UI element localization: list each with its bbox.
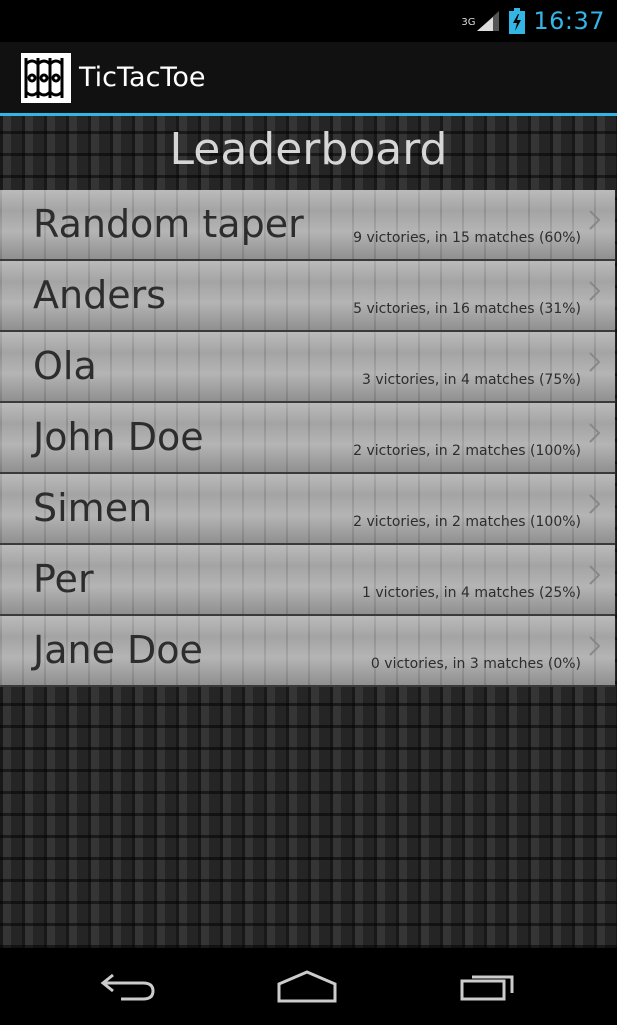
player-stats: 0 victories, in 3 matches (0%) (370, 656, 581, 672)
leaderboard-list: Random taper 9 victories, in 15 matches … (0, 190, 615, 687)
app-title: TicTacToe (79, 62, 206, 93)
battery-charging-icon (509, 8, 526, 34)
clock: 16:37 (533, 7, 605, 35)
player-stats: 1 victories, in 4 matches (25%) (362, 585, 581, 601)
leaderboard-row[interactable]: John Doe 2 victories, in 2 matches (100%… (0, 403, 615, 474)
player-name: John Doe (33, 415, 204, 459)
chevron-right-icon (589, 565, 601, 585)
leaderboard-row[interactable]: Random taper 9 victories, in 15 matches … (0, 190, 615, 261)
chevron-right-icon (589, 494, 601, 514)
recents-icon[interactable] (455, 966, 519, 1006)
navigation-bar (0, 948, 617, 1025)
chevron-right-icon (589, 352, 601, 372)
status-icons: 3G 16:37 (461, 0, 605, 42)
chevron-right-icon (589, 210, 601, 230)
leaderboard-row[interactable]: Ola 3 victories, in 4 matches (75%) (0, 332, 615, 403)
leaderboard-row[interactable]: Per 1 victories, in 4 matches (25%) (0, 545, 615, 616)
status-bar: 3G 16:37 (0, 0, 617, 42)
home-icon[interactable] (275, 966, 339, 1006)
player-stats: 2 victories, in 2 matches (100%) (353, 443, 581, 459)
player-stats: 9 victories, in 15 matches (60%) (353, 230, 581, 246)
leaderboard-screen: Leaderboard Random taper 9 victories, in… (0, 116, 617, 948)
player-name: Simen (33, 486, 153, 530)
player-name: Jane Doe (33, 628, 203, 672)
page-title: Leaderboard (169, 124, 448, 175)
signal-icon: 3G (461, 9, 501, 33)
back-icon[interactable] (96, 966, 160, 1006)
app-logo-icon[interactable] (21, 52, 71, 103)
chevron-right-icon (589, 636, 601, 656)
player-name: Ola (33, 344, 97, 388)
leaderboard-row[interactable]: Simen 2 victories, in 2 matches (100%) (0, 474, 615, 545)
leaderboard-row[interactable]: Anders 5 victories, in 16 matches (31%) (0, 261, 615, 332)
action-bar: TicTacToe (0, 42, 617, 116)
player-name: Random taper (33, 202, 304, 246)
network-type-label: 3G (461, 17, 476, 28)
player-name: Per (33, 557, 94, 601)
player-name: Anders (33, 273, 166, 317)
player-stats: 3 victories, in 4 matches (75%) (362, 372, 581, 388)
chevron-right-icon (589, 423, 601, 443)
player-stats: 2 victories, in 2 matches (100%) (353, 514, 581, 530)
chevron-right-icon (589, 281, 601, 301)
player-stats: 5 victories, in 16 matches (31%) (353, 301, 581, 317)
leaderboard-row[interactable]: Jane Doe 0 victories, in 3 matches (0%) (0, 616, 615, 687)
